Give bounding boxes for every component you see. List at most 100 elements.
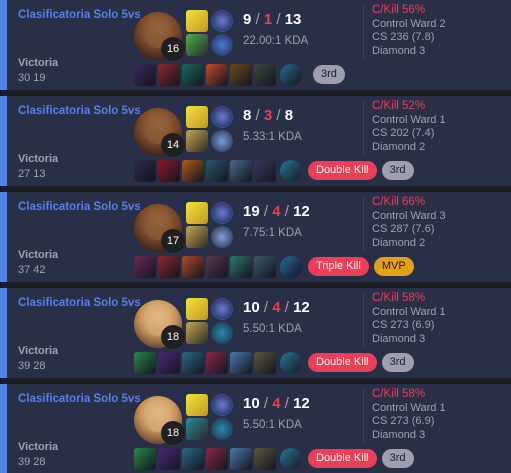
ward-icon[interactable] (280, 448, 302, 470)
deaths: 3 (263, 107, 273, 124)
item-icon[interactable] (230, 160, 252, 182)
item-icon[interactable] (206, 448, 228, 470)
keystone-rune-icon[interactable] (211, 106, 233, 128)
match-stats: C/Kill 52% Control Ward 1 CS 202 (7.4) D… (363, 100, 446, 156)
item-icon[interactable] (230, 448, 252, 470)
queue-type: Clasificatoria Solo 5vs5 (18, 297, 140, 309)
item-icon[interactable] (254, 160, 276, 182)
match-row[interactable]: Clasificatoria Solo 5vs5 Victoria 30 19 … (0, 0, 511, 90)
summoner-spell-icon[interactable] (186, 322, 208, 344)
assists: 12 (293, 299, 310, 316)
summoner-spell-icon[interactable] (186, 418, 208, 440)
average-rank: Diamond 3 (372, 428, 426, 441)
item-icon[interactable] (134, 64, 156, 86)
item-icon[interactable] (182, 448, 204, 470)
item-icon[interactable] (182, 256, 204, 278)
item-icon[interactable] (206, 64, 228, 86)
keystone-rune-icon[interactable] (211, 394, 233, 416)
match-row[interactable]: Clasificatoria Solo 5vs5 Victoria 39 28 … (0, 288, 511, 378)
ward-icon[interactable] (280, 256, 302, 278)
item-icon[interactable] (134, 448, 156, 470)
item-icon[interactable] (158, 352, 180, 374)
kda-separator: / (255, 107, 264, 124)
match-duration: 39 28 (18, 360, 46, 372)
summoner-spell-icon[interactable] (186, 130, 208, 152)
item-icon[interactable] (254, 352, 276, 374)
match-stats: C/Kill 56% Control Ward 2 CS 236 (7.8) D… (363, 4, 446, 60)
multikill-badge: Double Kill (308, 161, 377, 180)
item-icon[interactable] (158, 448, 180, 470)
item-build (134, 64, 302, 86)
kills: 10 (243, 299, 260, 316)
item-icon[interactable] (206, 160, 228, 182)
item-icon[interactable] (230, 352, 252, 374)
average-rank: Diamond 3 (372, 332, 426, 345)
ward-icon[interactable] (280, 352, 302, 374)
kda-ratio: 5.50:1 KDA (243, 419, 302, 431)
badge-list: Double Kill 3rd (308, 449, 414, 468)
kills: 19 (243, 203, 260, 220)
match-row[interactable]: Clasificatoria Solo 5vs5 Victoria 27 13 … (0, 96, 511, 186)
item-icon[interactable] (254, 64, 276, 86)
flash-spell-icon[interactable] (186, 10, 208, 32)
win-indicator (0, 192, 7, 282)
flash-spell-icon[interactable] (186, 298, 208, 320)
win-indicator (0, 0, 7, 90)
item-icon[interactable] (182, 160, 204, 182)
deaths: 4 (272, 395, 281, 412)
secondary-rune-icon[interactable] (211, 418, 233, 440)
item-icon[interactable] (230, 64, 252, 86)
keystone-rune-icon[interactable] (211, 298, 233, 320)
match-stats: C/Kill 66% Control Ward 3 CS 287 (7.6) D… (363, 196, 446, 252)
ward-icon[interactable] (280, 160, 302, 182)
deaths: 1 (263, 11, 273, 28)
kill-participation: C/Kill 56% (372, 4, 426, 16)
keystone-rune-icon[interactable] (211, 202, 233, 224)
item-icon[interactable] (182, 64, 204, 86)
win-indicator (0, 384, 7, 473)
match-row[interactable]: Clasificatoria Solo 5vs5 Victoria 37 42 … (0, 192, 511, 282)
kda-score: 19 / 4 / 12 (243, 203, 310, 220)
control-wards: Control Ward 3 (372, 209, 446, 222)
flash-spell-icon[interactable] (186, 202, 208, 224)
kill-participation: C/Kill 58% (372, 292, 426, 304)
item-icon[interactable] (158, 160, 180, 182)
item-icon[interactable] (254, 256, 276, 278)
item-icon[interactable] (254, 448, 276, 470)
item-icon[interactable] (206, 256, 228, 278)
item-icon[interactable] (158, 256, 180, 278)
champion-level: 18 (161, 421, 185, 445)
ward-icon[interactable] (280, 64, 302, 86)
kda-score: 9 / 1 / 13 (243, 11, 301, 28)
keystone-rune-icon[interactable] (211, 10, 233, 32)
item-icon[interactable] (158, 64, 180, 86)
kda-score: 10 / 4 / 12 (243, 299, 310, 316)
item-icon[interactable] (134, 352, 156, 374)
secondary-rune-icon[interactable] (211, 34, 233, 56)
champion-level: 16 (161, 37, 185, 61)
item-build (134, 448, 302, 470)
placement-badge: 3rd (381, 161, 414, 180)
item-build (134, 256, 302, 278)
item-icon[interactable] (134, 256, 156, 278)
deaths: 4 (272, 203, 281, 220)
secondary-rune-icon[interactable] (211, 130, 233, 152)
summoner-spell-icon[interactable] (186, 34, 208, 56)
item-icon[interactable] (230, 256, 252, 278)
summoner-spell-icon[interactable] (186, 226, 208, 248)
queue-type: Clasificatoria Solo 5vs5 (18, 105, 140, 117)
multikill-badge: Double Kill (308, 353, 377, 372)
flash-spell-icon[interactable] (186, 106, 208, 128)
flash-spell-icon[interactable] (186, 394, 208, 416)
match-row[interactable]: Clasificatoria Solo 5vs5 Victoria 39 28 … (0, 384, 511, 473)
item-icon[interactable] (182, 352, 204, 374)
kill-participation: C/Kill 58% (372, 388, 426, 400)
kda-score: 8 / 3 / 8 (243, 107, 293, 124)
secondary-rune-icon[interactable] (211, 226, 233, 248)
secondary-rune-icon[interactable] (211, 322, 233, 344)
match-duration: 39 28 (18, 456, 46, 468)
item-icon[interactable] (206, 352, 228, 374)
item-icon[interactable] (134, 160, 156, 182)
average-rank: Diamond 3 (372, 44, 426, 57)
placement-badge: 3rd (381, 449, 414, 468)
